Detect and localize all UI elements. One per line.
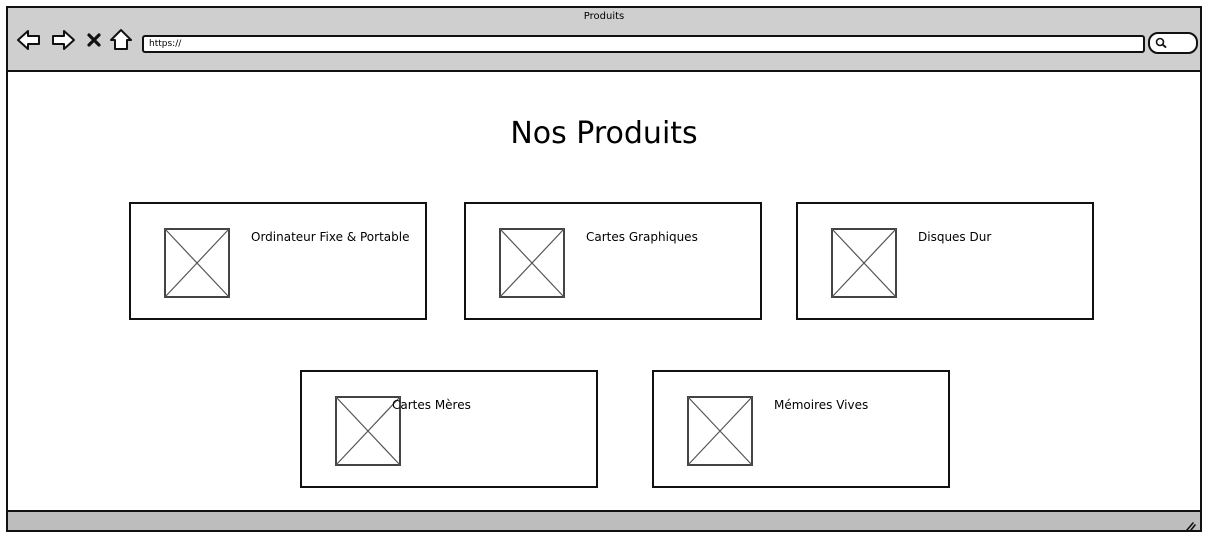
- url-input[interactable]: https://: [142, 35, 1145, 53]
- image-placeholder-icon: [831, 228, 897, 298]
- product-card-ordinateurs[interactable]: Ordinateur Fixe & Portable: [129, 202, 427, 320]
- product-card-disques-dur[interactable]: Disques Dur: [796, 202, 1094, 320]
- stop-x-icon[interactable]: [84, 28, 110, 52]
- product-card-cartes-graphiques[interactable]: Cartes Graphiques: [464, 202, 762, 320]
- product-label: Cartes Mères: [392, 398, 471, 412]
- forward-arrow-icon[interactable]: [50, 28, 76, 52]
- product-card-cartes-meres[interactable]: Cartes Mères: [300, 370, 598, 488]
- browser-toolbar: Produits https://: [8, 8, 1200, 72]
- product-label: Ordinateur Fixe & Portable: [251, 230, 410, 244]
- browser-window: Produits https:// Nos Produits Ordinateu…: [6, 6, 1202, 532]
- resize-grip-icon[interactable]: [1184, 516, 1196, 531]
- image-placeholder-icon: [687, 396, 753, 466]
- image-placeholder-icon: [164, 228, 230, 298]
- status-bar: [8, 510, 1200, 531]
- back-arrow-icon[interactable]: [16, 28, 42, 52]
- window-title: Produits: [583, 11, 625, 22]
- home-icon[interactable]: [108, 28, 134, 52]
- image-placeholder-icon: [499, 228, 565, 298]
- product-card-memoires-vives[interactable]: Mémoires Vives: [652, 370, 950, 488]
- search-icon[interactable]: [1148, 32, 1198, 54]
- page-title: Nos Produits: [510, 116, 698, 151]
- product-label: Disques Dur: [918, 230, 992, 244]
- page-content: Nos Produits Ordinateur Fixe & Portable …: [8, 72, 1200, 510]
- product-label: Cartes Graphiques: [586, 230, 698, 244]
- product-label: Mémoires Vives: [774, 398, 869, 412]
